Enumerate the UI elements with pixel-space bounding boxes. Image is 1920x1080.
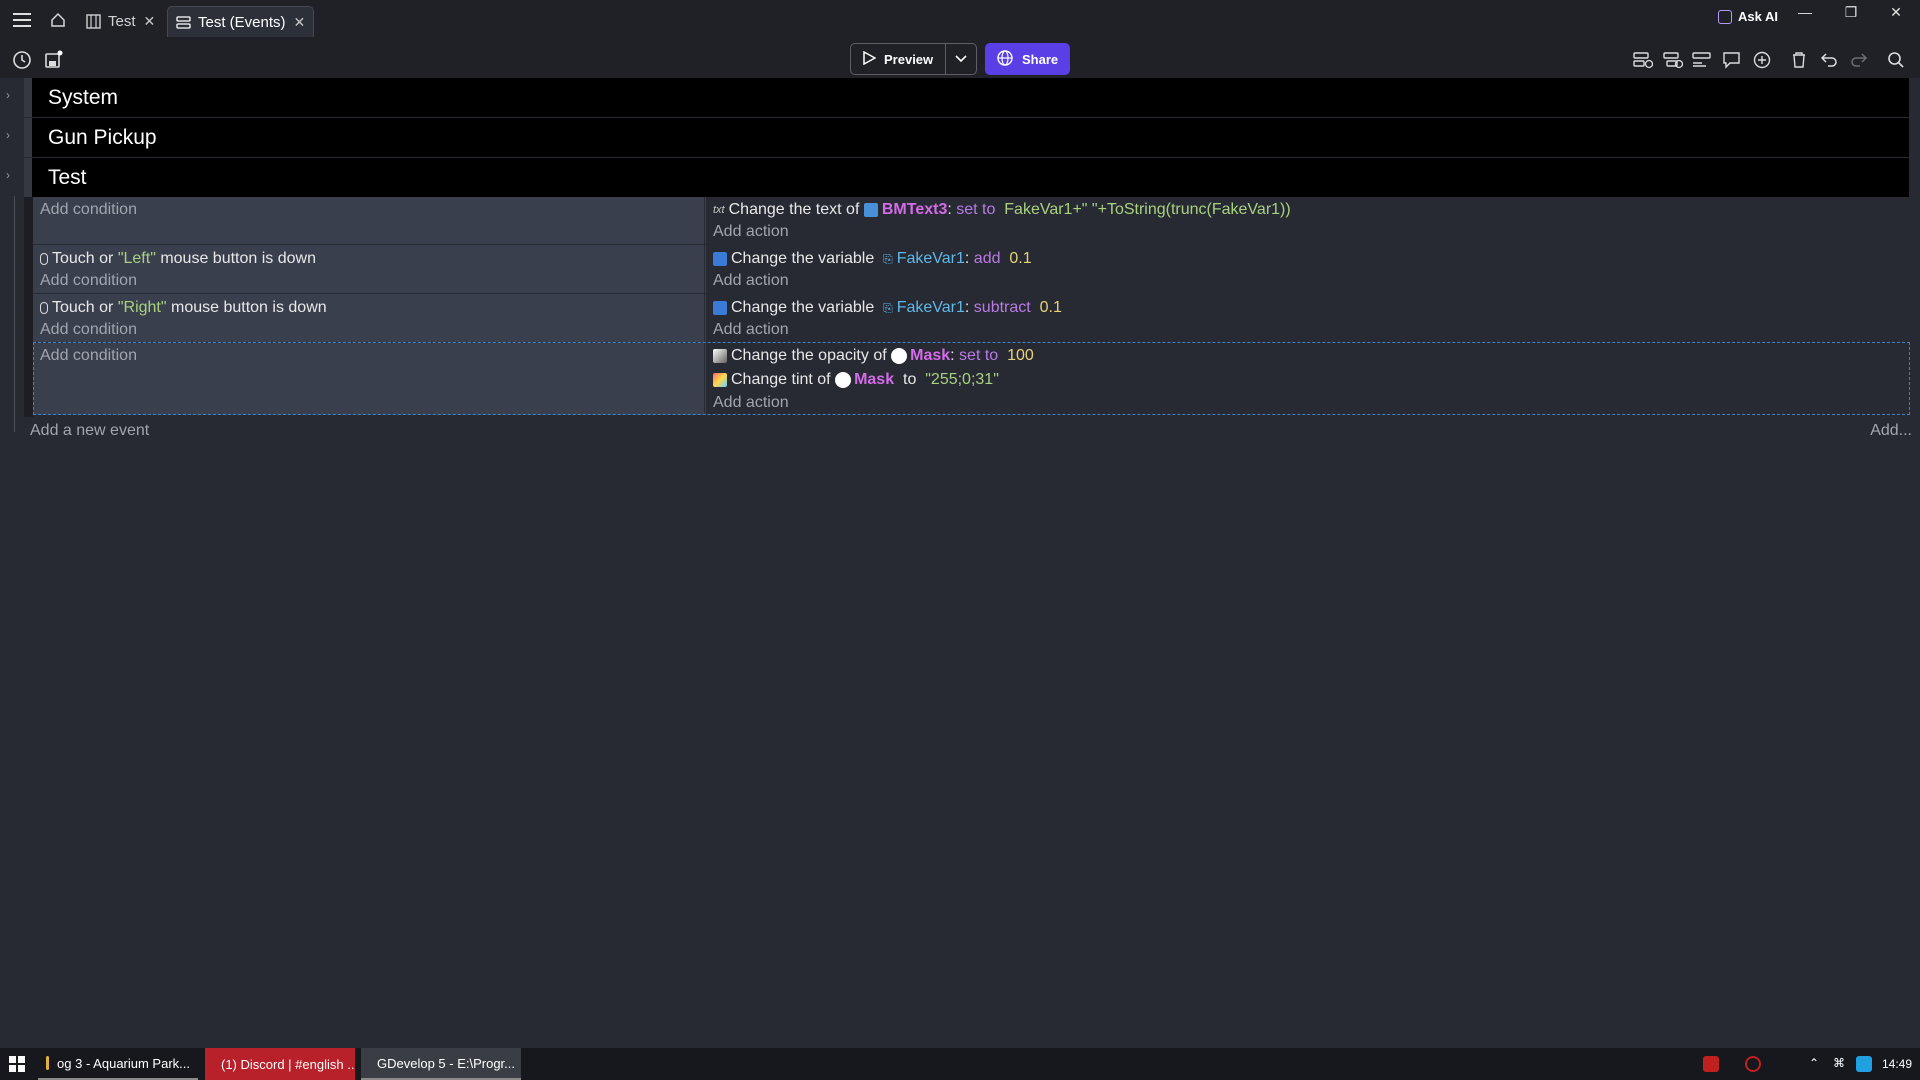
add-condition-link[interactable]: Add condition <box>40 199 137 221</box>
add-more-icon[interactable] <box>1751 49 1773 71</box>
chevron-up-icon[interactable]: ⌃ <box>1809 1056 1825 1072</box>
conditions-column: Touch or "Right" mouse button is down Ad… <box>33 294 705 342</box>
tray-app-icon[interactable] <box>1703 1056 1719 1072</box>
toolbar: Preview Share <box>0 40 1920 78</box>
actions-column: txt Change the text of BMText3: set to F… <box>706 197 1909 244</box>
events-sheet: › System › Gun Pickup › Test Add conditi… <box>0 78 1920 1048</box>
tray-app-icon[interactable] <box>1856 1056 1872 1072</box>
tab-label: Test (Events) <box>198 13 286 31</box>
variable-icon <box>713 252 727 266</box>
preview-button[interactable]: Preview <box>851 44 947 74</box>
windows-start-icon[interactable] <box>9 1056 25 1077</box>
game-icon <box>46 1056 50 1070</box>
home-tab[interactable] <box>42 6 72 37</box>
redo-icon[interactable] <box>1848 49 1870 71</box>
action-change-variable[interactable]: Change the variable ⎘ FakeVar1: subtract… <box>713 297 1062 319</box>
minimize-icon[interactable]: — <box>1785 0 1825 24</box>
close-window-icon[interactable]: ✕ <box>1876 0 1916 24</box>
conditions-column: Add condition <box>33 197 705 244</box>
action-change-text[interactable]: txt Change the text of BMText3: set to F… <box>713 199 1291 221</box>
action-change-variable[interactable]: Change the variable ⎘ FakeVar1: add 0.1 <box>713 248 1032 270</box>
scene-variable-icon: ⎘ <box>883 300 893 315</box>
search-icon[interactable] <box>1885 49 1907 71</box>
chevron-right-icon[interactable]: › <box>6 88 10 102</box>
mouse-icon <box>40 253 48 265</box>
events-icon <box>176 14 192 30</box>
taskbar-item-gdevelop[interactable]: GDevelop 5 - E:\Progr... <box>361 1048 521 1080</box>
gamepad-icon[interactable]: ⌘ <box>1833 1056 1849 1072</box>
ai-icon <box>1718 9 1732 24</box>
add-action-link[interactable]: Add action <box>713 270 789 292</box>
preview-button-group: Preview <box>850 43 977 75</box>
undo-icon[interactable] <box>1818 49 1840 71</box>
add-comment-icon[interactable] <box>1721 49 1743 71</box>
home-icon <box>50 12 66 32</box>
group-title: System <box>48 86 119 109</box>
bitmap-text-icon <box>863 203 878 217</box>
add-new-event-link[interactable]: Add a new event <box>30 422 149 440</box>
hamburger-menu-icon[interactable] <box>10 8 34 32</box>
title-bar: Test ✕ Test (Events) ✕ Ask AI — ❐ ✕ <box>0 0 1920 40</box>
text-icon: txt <box>713 204 725 216</box>
add-action-link[interactable]: Add action <box>713 319 789 341</box>
ask-ai-button[interactable]: Ask AI <box>1718 9 1778 24</box>
condition-mouse-right[interactable]: Touch or "Right" mouse button is down <box>40 297 327 319</box>
scene-variable-icon: ⎘ <box>883 251 893 266</box>
group-gun-pickup[interactable]: › Gun Pickup <box>0 118 1920 157</box>
event-gutter <box>24 197 33 417</box>
add-condition-link[interactable]: Add condition <box>40 270 137 292</box>
taskbar-item-discord[interactable]: (1) Discord | #english ... <box>205 1048 355 1080</box>
scene-icon <box>86 14 102 30</box>
event-row[interactable]: Add condition txt Change the text of BMT… <box>33 197 1909 244</box>
variable-icon <box>713 301 727 315</box>
group-title: Gun Pickup <box>48 126 157 149</box>
share-button[interactable]: Share <box>985 43 1070 75</box>
add-condition-link[interactable]: Add condition <box>40 319 137 341</box>
event-row[interactable]: Touch or "Right" mouse button is down Ad… <box>33 294 1909 342</box>
close-icon[interactable]: ✕ <box>294 14 306 31</box>
chevron-down-icon <box>955 50 967 68</box>
actions-column: Change the variable ⎘ FakeVar1: add 0.1 … <box>706 245 1909 293</box>
preview-dropdown-button[interactable] <box>946 44 976 74</box>
conditions-column: Touch or "Left" mouse button is down Add… <box>33 245 705 293</box>
actions-column: Change the variable ⎘ FakeVar1: subtract… <box>706 294 1909 342</box>
add-sub-event-icon[interactable] <box>1662 49 1684 71</box>
selection-outline <box>33 342 1910 415</box>
add-more-link[interactable]: Add... <box>1870 422 1912 440</box>
group-title: Test <box>48 166 87 189</box>
close-icon[interactable]: ✕ <box>144 13 156 30</box>
add-action-link[interactable]: Add action <box>713 221 789 243</box>
clock: 14:49 <box>1882 1057 1913 1071</box>
play-icon <box>863 50 877 68</box>
tab-test-events[interactable]: Test (Events) ✕ <box>167 6 315 37</box>
restore-icon[interactable]: ❐ <box>1831 0 1871 24</box>
delete-icon[interactable] <box>1788 49 1810 71</box>
taskbar: og 3 - Aquarium Park... (1) Discord | #e… <box>0 1048 1920 1080</box>
tray-app-icon[interactable] <box>1745 1056 1761 1072</box>
group-system[interactable]: › System <box>0 78 1920 117</box>
event-row[interactable]: Touch or "Left" mouse button is down Add… <box>33 245 1909 293</box>
tab-test[interactable]: Test ✕ <box>78 6 163 37</box>
taskbar-item-game[interactable]: og 3 - Aquarium Park... <box>38 1048 198 1080</box>
globe-icon <box>997 49 1013 69</box>
chevron-right-icon[interactable]: › <box>6 128 10 142</box>
condition-mouse-left[interactable]: Touch or "Left" mouse button is down <box>40 248 316 270</box>
tab-label: Test <box>108 13 136 30</box>
add-group-icon[interactable] <box>1691 49 1713 71</box>
group-test[interactable]: › Test <box>0 158 1920 197</box>
add-event-icon[interactable] <box>1632 49 1654 71</box>
tree-line <box>14 196 15 432</box>
mouse-icon <box>40 302 48 314</box>
chevron-right-icon[interactable]: › <box>6 168 10 182</box>
